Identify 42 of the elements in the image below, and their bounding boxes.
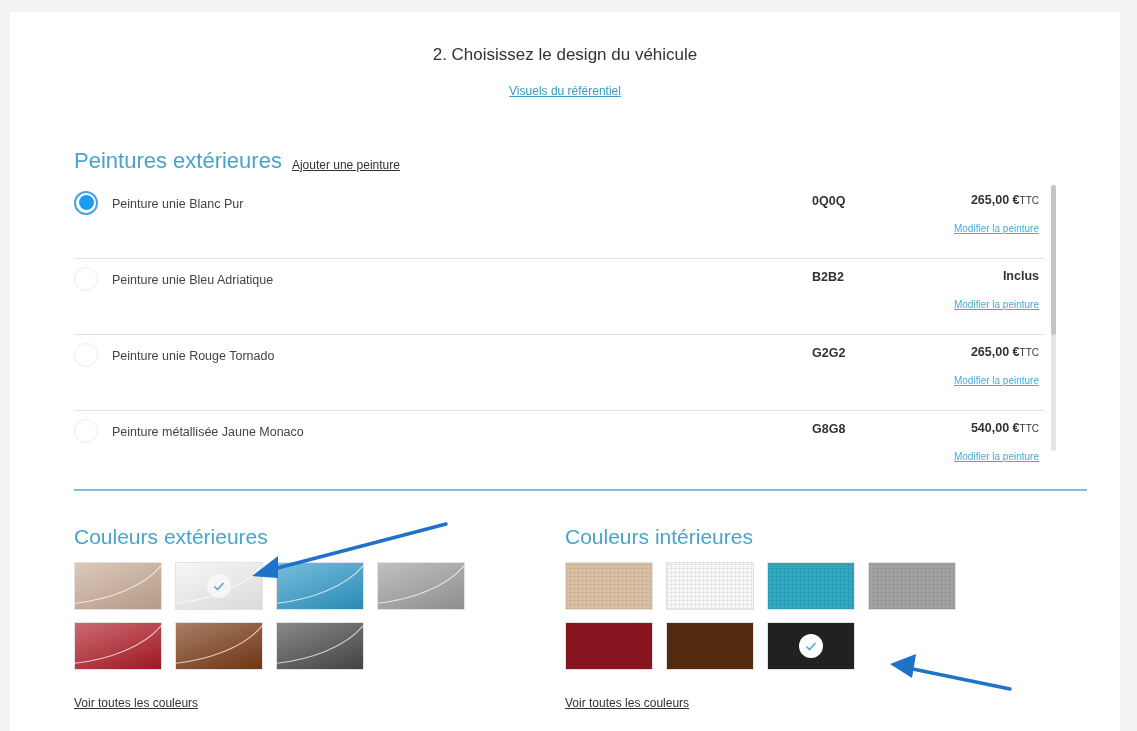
check-icon — [206, 573, 232, 599]
paint-code: B2B2 — [812, 268, 845, 286]
color-swatch[interactable] — [767, 562, 855, 610]
paint-price: 265,00 €TTC — [970, 191, 1039, 209]
color-swatch[interactable] — [175, 562, 263, 610]
color-swatch[interactable] — [565, 622, 653, 670]
reference-visuals-link[interactable]: Visuels du référentiel — [509, 81, 621, 100]
color-swatch[interactable] — [868, 562, 956, 610]
color-swatch[interactable] — [74, 622, 162, 670]
color-swatch[interactable] — [276, 622, 364, 670]
paint-price: Inclus — [1002, 267, 1039, 285]
paint-name: Peinture unie Rouge Tornado — [112, 347, 276, 365]
paint-price: 265,00 €TTC — [970, 343, 1039, 361]
step-title: 2. Choisissez le design du véhicule — [432, 44, 698, 66]
color-swatch[interactable] — [377, 562, 465, 610]
color-swatch[interactable] — [74, 562, 162, 610]
scrollbar-thumb[interactable] — [1051, 184, 1056, 335]
edit-paint-link[interactable]: Modifier la peinture — [953, 449, 1039, 465]
add-paint-link[interactable]: Ajouter une peinture — [291, 155, 400, 174]
all-colors-link[interactable]: Voir toutes les couleurs — [565, 694, 690, 712]
color-swatch[interactable] — [767, 622, 855, 670]
paint-price: 540,00 €TTC — [970, 419, 1039, 437]
paint-code: G8G8 — [812, 420, 847, 438]
color-swatch[interactable] — [276, 562, 364, 610]
edit-paint-link[interactable]: Modifier la peinture — [953, 221, 1039, 237]
edit-paint-link[interactable]: Modifier la peinture — [953, 373, 1039, 389]
color-swatch[interactable] — [666, 622, 754, 670]
paint-name: Peinture unie Bleu Adriatique — [112, 271, 275, 289]
color-swatch[interactable] — [175, 622, 263, 670]
color-swatch[interactable] — [666, 562, 754, 610]
check-icon — [798, 633, 824, 659]
paint-name: Peinture métallisée Jaune Monaco — [112, 423, 305, 441]
paint-code: G2G2 — [812, 344, 847, 362]
all-colors-link[interactable]: Voir toutes les couleurs — [74, 694, 199, 712]
paint-code: 0Q0Q — [812, 192, 847, 210]
radio-button[interactable] — [74, 190, 98, 215]
section-title: Couleurs extérieures — [74, 523, 268, 550]
section-title: Couleurs intérieures — [565, 523, 753, 550]
edit-paint-link[interactable]: Modifier la peinture — [953, 297, 1039, 313]
section-title: Peintures extérieures — [74, 146, 282, 175]
color-swatch[interactable] — [565, 562, 653, 610]
paint-name: Peinture unie Blanc Pur — [112, 195, 245, 213]
